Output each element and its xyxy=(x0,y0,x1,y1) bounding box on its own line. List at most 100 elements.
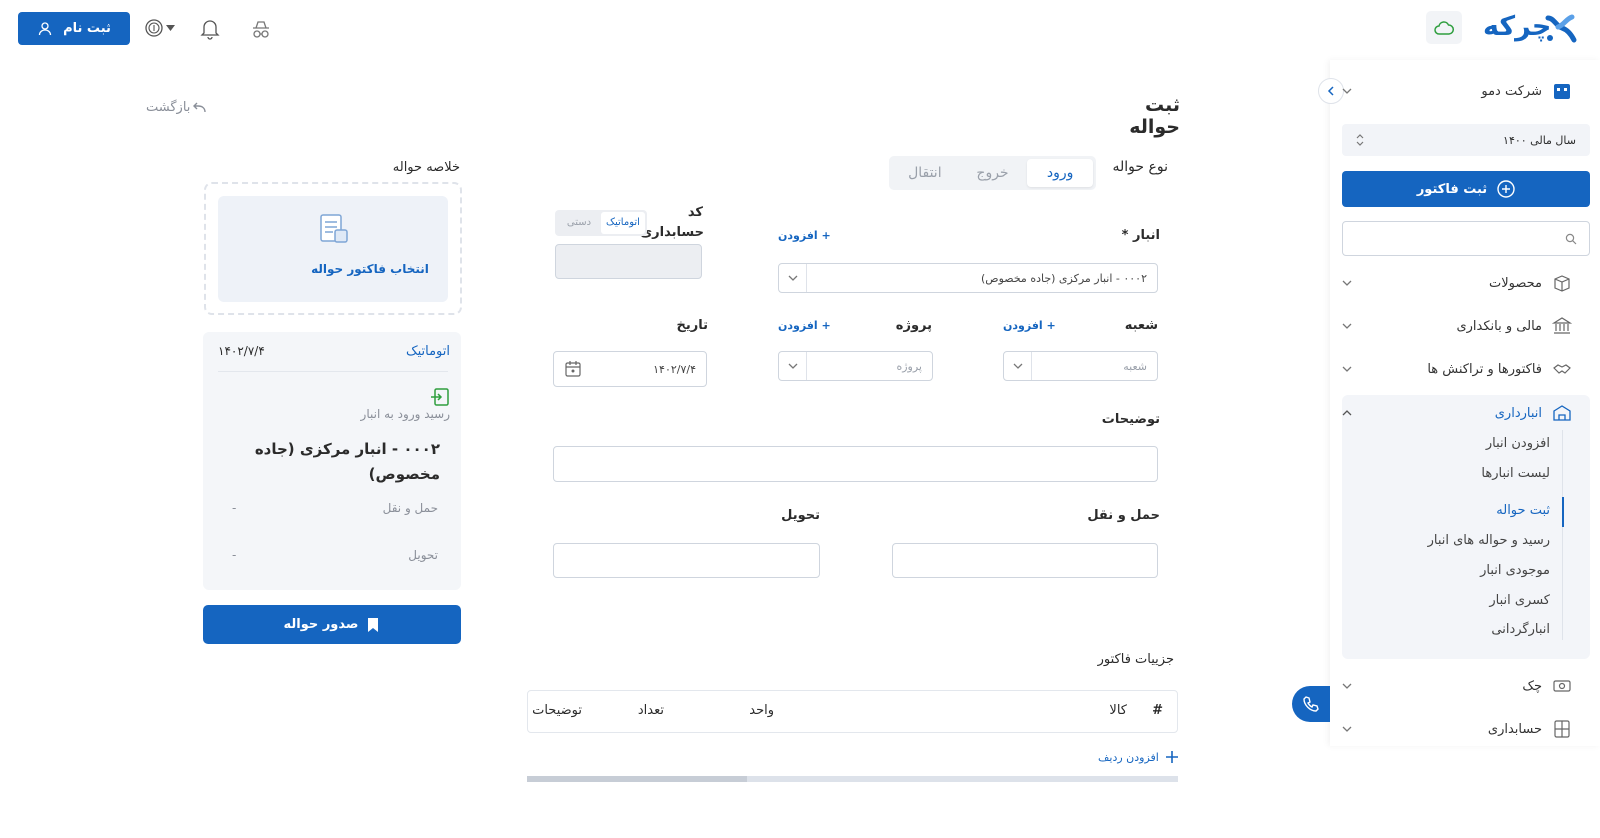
description-label: توضیحات xyxy=(1101,412,1160,427)
chevron-down-icon xyxy=(1342,88,1352,94)
app-logo-text: چرکه xyxy=(1483,11,1552,42)
back-link[interactable]: بازگشت xyxy=(146,100,207,115)
chevron-down-icon xyxy=(1342,280,1352,286)
new-invoice-label: ثبت فاکتور xyxy=(1416,181,1488,197)
submenu-active-indicator xyxy=(1562,497,1564,527)
summary-date: ۱۴۰۲/۷/۴ xyxy=(218,344,265,358)
sidebar-item-label: مالی و بانکداری xyxy=(1456,318,1542,334)
user-icon xyxy=(37,21,53,37)
summary-delivery-value: - xyxy=(232,548,237,562)
date-label: تاریخ xyxy=(676,318,709,333)
add-branch-link[interactable]: + افزودن xyxy=(1003,319,1056,332)
table-scrollbar-thumb[interactable] xyxy=(527,776,747,782)
sidebar-item-invoices[interactable]: فاکتورها و تراکنش ها xyxy=(1342,351,1572,387)
summary-transport-value: - xyxy=(232,501,237,515)
select-invoice-label: انتخاب فاکتور حواله xyxy=(311,262,429,276)
sort-icon xyxy=(1356,134,1364,146)
sidebar-item-inventory[interactable]: انبارداری xyxy=(1342,395,1572,431)
chevron-down-icon xyxy=(1342,726,1352,732)
summary-transport-label: حمل و نقل xyxy=(382,501,438,515)
warehouse-icon xyxy=(1553,405,1571,421)
col-index: # xyxy=(1152,703,1163,718)
delivery-input[interactable] xyxy=(553,543,820,578)
page-title: ثبت حواله xyxy=(1129,94,1180,138)
bell-icon[interactable] xyxy=(200,18,220,40)
signup-label: ثبت نام xyxy=(63,21,111,36)
fiscal-year-value: سال مالی ۱۴۰۰ xyxy=(1503,133,1576,147)
submenu-item-shortage[interactable]: کسری انبار xyxy=(1489,593,1550,608)
chevron-down-icon xyxy=(1004,352,1032,380)
summary-warehouse-line2: مخصوص) xyxy=(368,465,440,483)
company-name: شرکت دمو xyxy=(1481,83,1542,99)
tab-entry[interactable]: ورود xyxy=(1027,159,1093,187)
submenu-item-register-remittance[interactable]: ثبت حواله xyxy=(1496,503,1550,518)
mode-manual[interactable]: دستی xyxy=(557,212,601,234)
submenu-item-add-warehouse[interactable]: افزودن انبار xyxy=(1486,436,1550,451)
chevron-up-icon xyxy=(1342,410,1352,416)
project-label: پروژه xyxy=(895,318,932,333)
calendar-icon xyxy=(565,361,581,377)
sidebar-item-label: حسابداری xyxy=(1487,721,1542,737)
sidebar-item-accounting[interactable]: حسابداری xyxy=(1342,711,1572,747)
sidebar-item-products[interactable]: محصولات xyxy=(1342,265,1572,301)
chevron-down-icon xyxy=(1342,366,1352,372)
app-logo-icon xyxy=(1544,12,1578,44)
chevron-left-icon xyxy=(1327,86,1334,96)
submenu-item-stocktaking[interactable]: انبارگردانی xyxy=(1491,622,1550,637)
project-select[interactable]: پروژه xyxy=(778,351,933,381)
submenu-item-warehouse-list[interactable]: لیست انبارها xyxy=(1481,466,1550,481)
back-label: بازگشت xyxy=(146,100,191,115)
sidebar-search-input[interactable] xyxy=(1342,221,1590,256)
warehouse-value: ۰۰۰۲ - انبار مرکزی (جاده مخصوص) xyxy=(981,271,1147,285)
accounting-code-input[interactable] xyxy=(555,244,702,279)
issue-remittance-button[interactable]: صدور حواله xyxy=(203,605,461,644)
branch-select[interactable]: شعبه xyxy=(1003,351,1158,381)
col-unit: واحد xyxy=(749,703,774,718)
fiscal-year-select[interactable]: سال مالی ۱۴۰۰ xyxy=(1342,124,1590,156)
branch-placeholder: شعبه xyxy=(1123,359,1147,373)
warehouse-select[interactable]: ۰۰۰۲ - انبار مرکزی (جاده مخصوص) xyxy=(778,263,1158,293)
add-project-link[interactable]: + افزودن xyxy=(778,319,831,332)
mode-auto[interactable]: اتوماتیک xyxy=(601,212,645,234)
accounting-code-label-2: حسابداری xyxy=(640,225,704,240)
handshake-icon xyxy=(1553,364,1571,374)
tab-exit[interactable]: خروج xyxy=(960,159,1026,187)
sidebar-item-finance[interactable]: مالی و بانکداری xyxy=(1342,308,1572,344)
remittance-type-label: نوع حواله xyxy=(1112,159,1168,175)
sidebar-item-cheque[interactable]: چک xyxy=(1342,668,1572,704)
chevron-down-icon xyxy=(1342,683,1352,689)
box-icon xyxy=(1554,275,1570,292)
invoice-details-title: جزییات فاکتور xyxy=(1097,652,1174,667)
chevron-down-icon xyxy=(779,352,807,380)
submenu-item-stock[interactable]: موجودی انبار xyxy=(1480,563,1550,578)
support-call-button[interactable] xyxy=(1292,686,1330,722)
summary-warehouse-line1: ۰۰۰۲ - انبار مرکزی (جاده xyxy=(254,440,440,458)
date-input[interactable]: ۱۴۰۲/۷/۴ xyxy=(553,351,707,387)
currency-icon xyxy=(145,19,163,37)
sidebar-item-label: انبارداری xyxy=(1494,405,1542,421)
signup-button[interactable]: ثبت نام xyxy=(18,12,130,45)
col-description: توضیحات xyxy=(532,703,582,718)
sidebar-item-label: چک xyxy=(1522,678,1542,694)
company-icon xyxy=(1554,84,1570,99)
cloud-sync-button[interactable] xyxy=(1426,11,1462,44)
bank-icon xyxy=(1552,317,1572,334)
submenu-item-receipts[interactable]: رسید و حواله های انبار xyxy=(1428,533,1550,548)
transport-input[interactable] xyxy=(892,543,1158,578)
plus-circle-icon xyxy=(1497,180,1515,198)
new-invoice-button[interactable]: ثبت فاکتور xyxy=(1342,171,1590,207)
inventory-group xyxy=(1342,395,1590,659)
company-selector[interactable]: شرکت دمو xyxy=(1342,73,1572,109)
tab-transfer[interactable]: انتقال xyxy=(892,159,958,187)
currency-menu[interactable] xyxy=(144,18,175,38)
add-row-button[interactable]: افزودن ردیف xyxy=(1098,750,1179,764)
warehouse-label: انبار * xyxy=(1121,228,1160,243)
add-warehouse-link[interactable]: + افزودن xyxy=(778,229,831,242)
incognito-icon[interactable] xyxy=(250,19,272,39)
issue-remittance-label: صدور حواله xyxy=(283,617,359,632)
col-item: کالا xyxy=(1109,703,1127,718)
sidebar-collapse-button[interactable] xyxy=(1318,78,1344,104)
add-row-label: افزودن ردیف xyxy=(1098,750,1159,764)
summary-delivery-label: تحویل xyxy=(408,548,438,562)
description-input[interactable] xyxy=(553,446,1158,482)
